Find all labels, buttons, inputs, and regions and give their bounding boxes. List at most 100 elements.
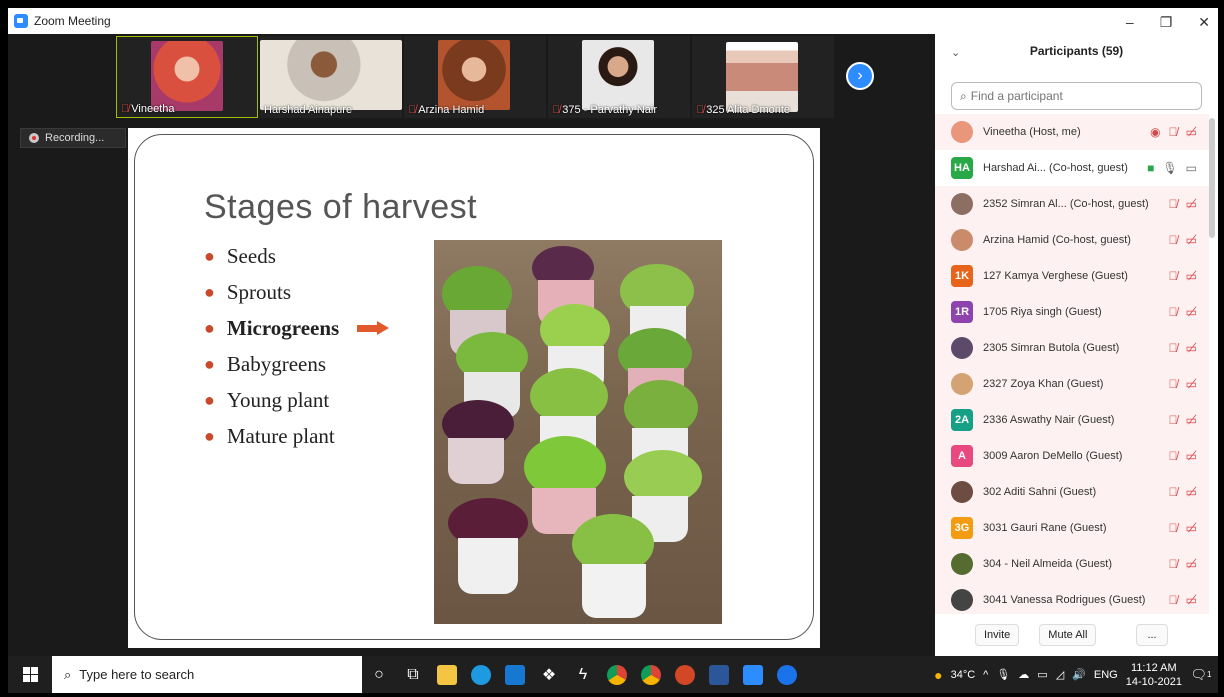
participant-row[interactable]: 302 Aditi Sahni (Guest) 🎙̸ ▭̸ [935,474,1209,510]
taskbar-clock[interactable]: 11:12 AM 14-10-2021 [1126,661,1182,689]
video-tile[interactable]: 🎙̸ Vineetha [116,36,258,118]
chrome-profile-icon[interactable] [634,656,668,693]
search-icon: ⌕ [960,88,967,103]
video-tile[interactable]: 🎙̸ Arzina Hamid [404,36,546,118]
video-off-icon: ▭̸ [1185,593,1197,607]
participant-row[interactable]: HA Harshad Ai... (Co-host, guest) ■ 🎙 ▭ [935,150,1209,186]
cortana-icon[interactable]: ○ [362,656,396,693]
participant-name: 3031 Gauri Rane (Guest) [983,522,1107,534]
volume-icon[interactable]: 🔊 [1072,668,1086,681]
participant-search[interactable]: ⌕ [951,82,1202,110]
avatar [951,481,973,503]
weather-icon[interactable]: ● [934,667,942,683]
participant-search-input[interactable] [970,89,1191,103]
monitor-top-edge [0,0,1224,8]
weather-temp[interactable]: 34°C [951,669,976,681]
video-off-icon: ▭̸ [1185,269,1197,283]
video-off-icon: ▭̸ [1185,305,1197,319]
battery-icon[interactable]: ▭ [1037,668,1047,681]
participant-row[interactable]: 3G 3031 Gauri Rane (Guest) 🎙̸ ▭̸ [935,510,1209,546]
participant-name: 302 Aditi Sahni (Guest) [983,486,1097,498]
recording-indicator[interactable]: Recording... [20,128,126,148]
participant-name: 2305 Simran Butola (Guest) [983,342,1120,354]
recording-label: Recording... [45,132,105,144]
start-button[interactable] [8,656,52,693]
notification-center-icon[interactable]: 🗨 1 [1190,665,1212,685]
video-strip: 🎙̸ Vineetha Harshad Ainapure 🎙̸ Arzina Ham… [8,34,935,120]
participants-footer: Invite Mute All ... [935,620,1218,650]
clock-time: 11:12 AM [1131,661,1177,674]
participant-row[interactable]: Vineetha (Host, me) ◉ 🎙̸ ▭̸ [935,114,1209,150]
participant-video [438,40,510,110]
edge-browser-icon[interactable] [464,656,498,693]
task-view-icon[interactable]: ⧉ [396,656,430,693]
participant-row[interactable]: 2305 Simran Butola (Guest) 🎙̸ ▭̸ [935,330,1209,366]
participants-header: Participants (59) [1029,44,1124,58]
slide-bullet-highlighted: ● Microgreens [204,310,390,346]
slide-bullet-list: ● Seeds ● Sprouts ● Microgreens ● Babygreens… [204,238,390,454]
network-icon[interactable]: ◿ [1056,668,1064,681]
mic-muted-icon: 🎙̸ [1168,521,1178,535]
participant-row[interactable]: 1R 1705 Riya singh (Guest) 🎙̸ ▭̸ [935,294,1209,330]
help-icon[interactable] [770,656,804,693]
mic-muted-icon: 🎙̸ [1168,125,1178,139]
mute-all-button[interactable]: Mute All [1039,624,1097,646]
microphone-tray-icon[interactable]: 🎙 [996,668,1010,681]
participant-name: 2336 Aswathy Nair (Guest) [983,414,1115,426]
search-icon: ⌕ [64,666,72,682]
invite-button[interactable]: Invite [975,624,1020,646]
participant-name: 2327 Zoya Khan (Guest) [983,378,1104,390]
record-icon [29,133,39,143]
tray-chevron-up-icon[interactable]: ^ [983,669,988,681]
zoom-logo-icon [14,14,28,28]
participant-list-scrollbar[interactable] [1209,118,1215,238]
close-icon[interactable]: ✕ [1198,14,1210,31]
taskbar-search[interactable]: ⌕ Type here to search [52,656,362,693]
mail-icon[interactable] [498,656,532,693]
video-tile[interactable]: Harshad Ainapure [260,36,402,118]
slide-bullet: ● Sprouts [204,279,292,304]
more-options-button[interactable]: ... [1136,624,1168,646]
participant-row[interactable]: 2352 Simran Al... (Co-host, guest) 🎙̸ ▭̸ [935,186,1209,222]
powerpoint-icon[interactable] [668,656,702,693]
language-indicator[interactable]: ENG [1094,669,1118,681]
participant-row[interactable]: 304 - Neil Almeida (Guest) 🎙̸ ▭̸ [935,546,1209,582]
participant-video [260,40,402,110]
video-tile[interactable]: 🎙̸ 325 Alita Dmonte [692,36,834,118]
windows-logo-icon [22,667,38,682]
tile-name-label: Harshad Ainapure [264,104,353,116]
dropbox-icon[interactable]: ❖ [532,656,566,693]
participant-name: 3041 Vanessa Rodrigues (Guest) [983,594,1146,606]
participant-list: Vineetha (Host, me) ◉ 🎙̸ ▭̸ HA Harshad Ai.… [935,114,1209,614]
restore-icon[interactable]: ❐ [1160,14,1173,31]
participant-row[interactable]: 2A 2336 Aswathy Nair (Guest) 🎙̸ ▭̸ [935,402,1209,438]
minimize-icon[interactable]: – [1126,14,1134,31]
chrome-icon[interactable] [600,656,634,693]
mic-muted-icon: 🎙̸ [408,104,417,116]
video-off-icon: ▭̸ [1185,557,1197,571]
video-tile[interactable]: 🎙̸ 375 - Parvathy Nair [548,36,690,118]
word-icon[interactable] [702,656,736,693]
video-off-icon: ▭̸ [1185,197,1197,211]
next-videos-button[interactable]: › [846,62,874,90]
onedrive-icon[interactable]: ☁ [1018,668,1029,681]
video-off-icon: ▭̸ [1185,377,1197,391]
file-explorer-icon[interactable] [430,656,464,693]
participant-row[interactable]: 1K 127 Kamya Verghese (Guest) 🎙̸ ▭̸ [935,258,1209,294]
participant-name: 304 - Neil Almeida (Guest) [983,558,1112,570]
zoom-taskbar-icon[interactable] [736,656,770,693]
participant-row[interactable]: 2327 Zoya Khan (Guest) 🎙̸ ▭̸ [935,366,1209,402]
video-off-icon: ▭̸ [1185,485,1197,499]
participant-name: 127 Kamya Verghese (Guest) [983,270,1128,282]
clock-date: 14-10-2021 [1125,675,1182,688]
participant-row[interactable]: Arzina Hamid (Co-host, guest) 🎙̸ ▭̸ [935,222,1209,258]
winamp-icon[interactable]: ϟ [566,656,600,693]
video-icon: ▭ [1185,161,1197,175]
participant-row[interactable]: 3041 Vanessa Rodrigues (Guest) 🎙̸ ▭̸ [935,582,1209,614]
mic-icon: 🎙 [1162,161,1178,175]
video-off-icon: ▭̸ [1185,449,1197,463]
participant-row[interactable]: A 3009 Aaron DeMello (Guest) 🎙̸ ▭̸ [935,438,1209,474]
recording-dot-icon: ◉ [1150,125,1161,139]
mic-muted-icon: 🎙̸ [1168,233,1178,247]
slide-bullet: ● Young plant [204,387,330,412]
